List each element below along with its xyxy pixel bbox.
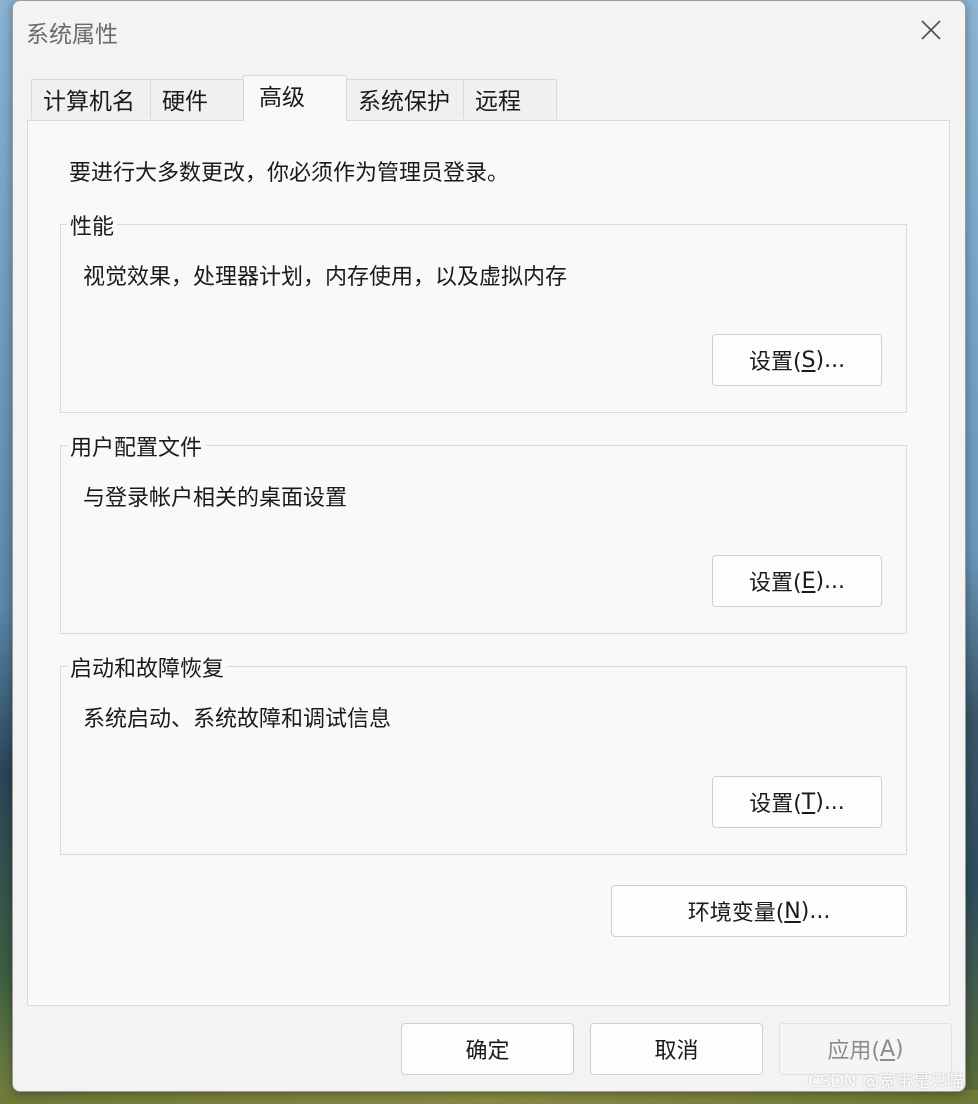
performance-group: 性能 视觉效果，处理器计划，内存使用，以及虚拟内存 设置(S)...: [60, 209, 907, 413]
button-accelerator-key: E: [801, 568, 816, 594]
tab-remote[interactable]: 远程: [463, 79, 557, 119]
tab-label: 计算机名: [43, 89, 135, 115]
button-label-prefix: 设置(: [749, 792, 802, 817]
startup-recovery-group: 启动和故障恢复 系统启动、系统故障和调试信息 设置(T)...: [60, 651, 907, 855]
startup-recovery-description: 系统启动、系统故障和调试信息: [83, 707, 392, 732]
cancel-label: 取消: [654, 1039, 699, 1064]
user-profiles-group: 用户配置文件 与登录帐户相关的桌面设置 设置(E)...: [60, 430, 907, 634]
button-label-suffix: )...: [815, 789, 845, 815]
button-label-prefix: 环境变量(: [687, 901, 785, 926]
ok-label: 确定: [465, 1039, 510, 1064]
ok-button[interactable]: 确定: [401, 1023, 574, 1075]
button-accelerator-key: N: [784, 898, 801, 924]
user-profiles-title: 用户配置文件: [67, 430, 206, 462]
system-properties-dialog: 系统属性 计算机名 硬件 高级 系统保护 远程 要进行大多数更改，你必须作为管理…: [12, 0, 966, 1092]
button-label-suffix: )...: [815, 347, 846, 373]
button-accelerator-key: S: [801, 347, 816, 373]
button-label-suffix: )...: [800, 898, 831, 924]
startup-recovery-title: 启动和故障恢复: [67, 651, 228, 683]
tab-label: 系统保护: [358, 89, 450, 115]
button-label-suffix: )...: [815, 568, 846, 594]
tab-label: 远程: [475, 89, 521, 115]
tab-advanced[interactable]: 高级: [243, 75, 347, 121]
button-label-prefix: 设置(: [748, 571, 802, 596]
performance-title: 性能: [67, 209, 118, 241]
cancel-button[interactable]: 取消: [590, 1023, 763, 1075]
admin-notice: 要进行大多数更改，你必须作为管理员登录。: [69, 161, 510, 186]
button-accelerator-key: T: [801, 789, 816, 815]
button-accelerator-key: A: [879, 1036, 896, 1062]
startup-recovery-settings-button[interactable]: 设置(T)...: [712, 776, 882, 828]
user-profiles-description: 与登录帐户相关的桌面设置: [83, 486, 348, 511]
advanced-tab-panel: 要进行大多数更改，你必须作为管理员登录。 性能 视觉效果，处理器计划，内存使用，…: [27, 120, 950, 1006]
button-label-suffix: ): [895, 1036, 904, 1062]
csdn-watermark: CSDN @宽带是只喵: [808, 1072, 964, 1092]
performance-description: 视觉效果，处理器计划，内存使用，以及虚拟内存: [83, 265, 568, 290]
close-icon: [921, 20, 941, 40]
button-label-prefix: 应用(: [827, 1039, 880, 1064]
desktop-wallpaper-bottom: [0, 1090, 978, 1104]
performance-settings-button[interactable]: 设置(S)...: [712, 334, 882, 386]
window-title: 系统属性: [26, 22, 118, 48]
title-bar: 系统属性: [13, 1, 965, 59]
tab-hardware[interactable]: 硬件: [150, 79, 244, 119]
user-profiles-settings-button[interactable]: 设置(E)...: [712, 555, 882, 607]
environment-variables-button[interactable]: 环境变量(N)...: [611, 885, 907, 937]
tab-label: 硬件: [162, 89, 208, 115]
button-label-prefix: 设置(: [748, 350, 802, 375]
close-button[interactable]: [911, 11, 951, 49]
tab-system-protection[interactable]: 系统保护: [346, 79, 464, 119]
tab-label: 高级: [259, 85, 305, 111]
tab-computer-name[interactable]: 计算机名: [31, 79, 151, 119]
